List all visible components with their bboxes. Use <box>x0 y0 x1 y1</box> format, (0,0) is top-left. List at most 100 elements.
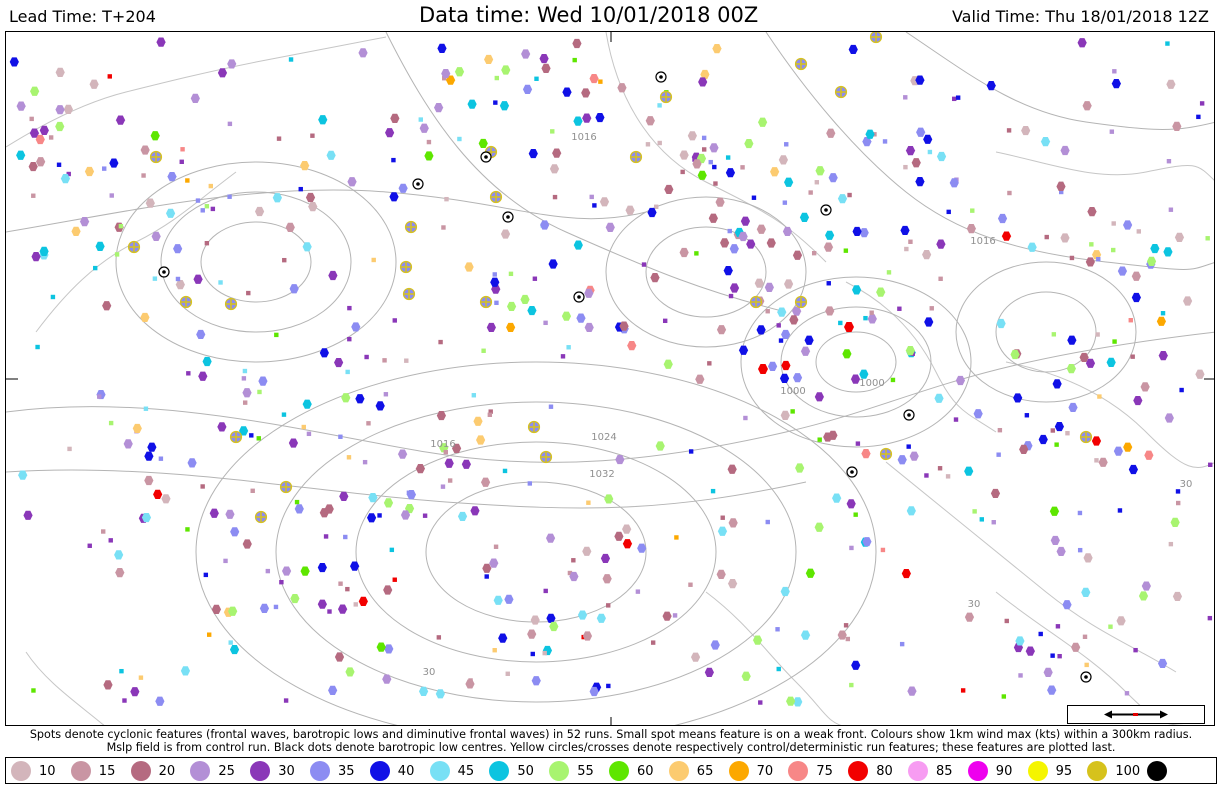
cyclone-spot-small <box>997 427 1003 433</box>
cyclone-spot <box>1091 436 1102 446</box>
cyclone-spot <box>193 274 203 284</box>
cyclone-spot <box>486 322 496 333</box>
cyclone-spot <box>28 161 38 172</box>
cyclone-spot <box>596 613 606 623</box>
cyclone-spot <box>1172 591 1183 602</box>
cyclone-spot-small <box>817 437 822 442</box>
cyclone-spot-small <box>347 305 352 311</box>
cyclone-spot <box>605 222 615 232</box>
cyclone-spot <box>704 667 714 677</box>
cyclone-spot-small <box>1095 332 1100 337</box>
cyclone-spot <box>173 244 183 254</box>
cyclone-spot <box>506 301 517 312</box>
cyclone-spot <box>573 116 583 126</box>
cyclone-spot <box>258 376 268 386</box>
cyclone-spot-small <box>847 192 852 198</box>
cyclone-spot <box>1001 231 1012 241</box>
cyclone-spot <box>622 524 632 534</box>
cyclone-spot <box>814 522 824 532</box>
cyclone-spot <box>499 101 510 111</box>
cyclone-spot-small <box>1024 413 1030 418</box>
cyclone-spot-80kt <box>758 364 768 374</box>
isobar-contour <box>780 306 932 418</box>
cyclone-spot-small <box>1054 442 1059 447</box>
cyclone-spot-small <box>548 404 554 409</box>
cyclone-spot-small <box>680 169 685 175</box>
cyclone-spot-small <box>298 186 303 192</box>
cyclone-spot <box>740 216 751 226</box>
cyclone-spot-small <box>406 490 412 495</box>
cyclone-spot-small <box>56 162 62 167</box>
cyclone-spot <box>1138 591 1149 601</box>
cyclone-spot <box>837 194 848 204</box>
cyclone-spot-small <box>694 251 699 256</box>
data-time-title: Data time: Wed 10/01/2018 00Z <box>419 3 759 27</box>
cyclone-spot <box>196 329 206 340</box>
cyclone-spot-small <box>200 208 205 213</box>
cyclone-spot <box>1013 393 1023 403</box>
cyclone-spot-small <box>808 190 813 195</box>
cyclone-spot-small <box>903 164 908 170</box>
cyclone-spot-small <box>274 332 279 338</box>
scale-bar-box <box>1067 705 1205 724</box>
cyclone-spot <box>175 279 185 290</box>
valid-time-label: Valid Time: Thu 18/01/2018 12Z <box>951 7 1209 26</box>
cyclone-spot <box>217 422 227 432</box>
cyclone-spot-small <box>826 281 831 286</box>
cyclone-spot <box>541 63 551 73</box>
cyclone-spot <box>484 54 494 65</box>
cyclone-spot <box>573 240 583 250</box>
cyclone-spot <box>385 128 395 138</box>
cyclone-spot-small <box>418 117 423 122</box>
cyclone-spot-small <box>720 515 725 520</box>
cyclone-spot <box>528 148 538 159</box>
cyclone-spot <box>454 67 465 77</box>
cyclone-spot <box>1047 685 1057 695</box>
cyclone-spot <box>1085 257 1095 267</box>
legend-label: 30 <box>278 764 295 779</box>
cyclone-spot-small <box>1004 618 1009 624</box>
cyclone-spot-small <box>276 136 282 141</box>
cyclone-spot-small <box>571 558 576 563</box>
cyclone-spot <box>990 488 1001 499</box>
cyclone-spot <box>347 177 357 187</box>
cyclone-spot-small <box>855 441 861 446</box>
cyclone-spot-small <box>228 640 233 645</box>
cyclone-spot <box>1174 232 1185 242</box>
deterministic-cross-marker <box>489 190 503 204</box>
legend-swatch <box>130 761 151 781</box>
legend-swatch <box>190 761 211 781</box>
cyclone-spot-small <box>345 369 350 375</box>
cyclone-spot-small <box>1018 673 1023 678</box>
cyclone-spot <box>376 642 386 652</box>
cyclone-spot <box>861 449 871 459</box>
cyclone-spot <box>662 611 672 621</box>
cyclone-spot-small <box>996 452 1001 457</box>
cyclone-spot <box>318 115 328 125</box>
cyclone-spot <box>345 667 355 677</box>
cyclone-spot <box>383 498 394 508</box>
deterministic-cross-marker <box>629 150 643 164</box>
cyclone-spot <box>986 81 996 91</box>
cyclone-spot <box>1123 442 1133 452</box>
legend-swatch <box>250 761 271 781</box>
cyclone-spot-small <box>1160 311 1166 316</box>
deterministic-cross-marker <box>127 240 141 254</box>
cyclone-spot <box>498 633 508 643</box>
cyclone-spot-small <box>1207 615 1213 621</box>
cyclone-spot-small <box>404 358 409 363</box>
deterministic-cross-marker <box>404 220 418 234</box>
cyclone-spot <box>625 205 635 215</box>
cyclone-spot <box>434 103 444 113</box>
legend-label: 15 <box>98 764 116 779</box>
cyclone-spot <box>285 222 295 232</box>
isobar-label: 30 <box>423 667 436 678</box>
cyclone-spot <box>290 593 300 604</box>
cyclone-spot <box>144 475 154 486</box>
cyclone-spot-small <box>87 543 92 548</box>
cyclone-spot <box>1062 600 1072 610</box>
cyclone-spot-small <box>210 206 216 212</box>
cyclone-spot <box>851 660 861 670</box>
cyclone-spot <box>358 596 368 606</box>
cyclone-spot-small <box>185 178 190 183</box>
